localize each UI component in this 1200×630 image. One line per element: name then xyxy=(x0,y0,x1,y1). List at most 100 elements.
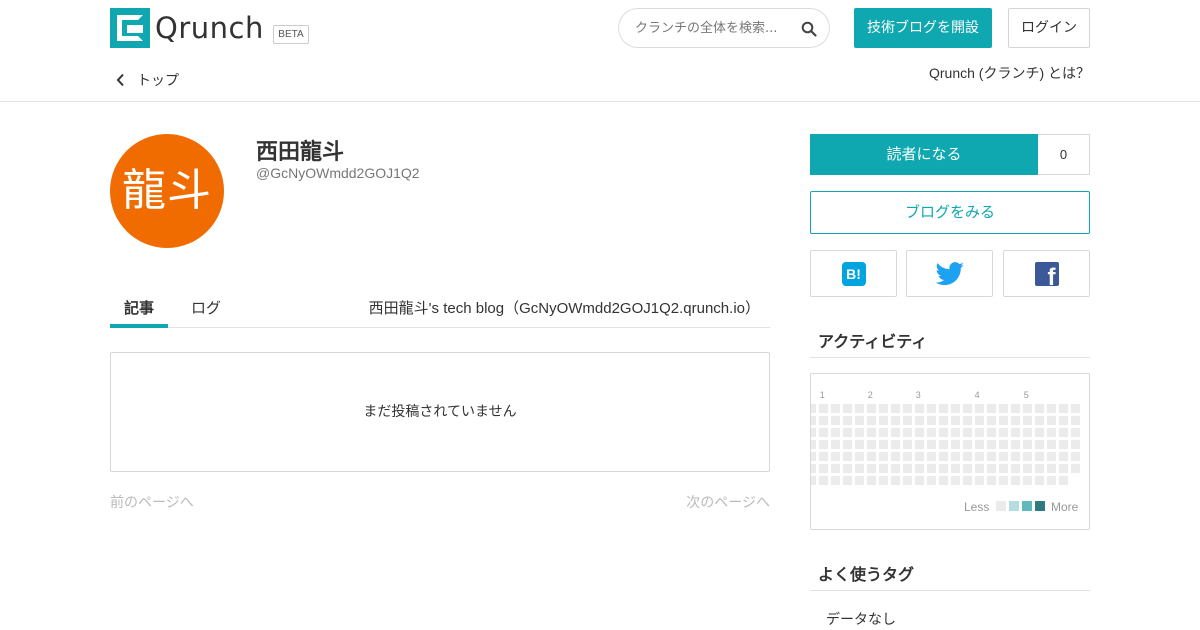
activity-day-cell xyxy=(855,440,864,449)
activity-day-cell xyxy=(1071,440,1080,449)
activity-day-cell xyxy=(879,416,888,425)
tab-articles[interactable]: 記事 xyxy=(124,297,154,318)
share-facebook-button[interactable]: f xyxy=(1003,250,1090,297)
activity-day-cell xyxy=(831,440,840,449)
blog-url-link[interactable]: 西田龍斗's tech blog（GcNyOWmdd2GOJ1Q2.qrunch… xyxy=(369,297,760,318)
follow-button[interactable]: 読者になる xyxy=(810,134,1038,175)
activity-day-cell xyxy=(843,440,852,449)
activity-day-cell xyxy=(999,416,1008,425)
activity-day-cell xyxy=(1023,428,1032,437)
posts-empty-text: まだ投稿されていません xyxy=(363,404,517,420)
activity-day-cell xyxy=(1071,464,1080,473)
activity-day-cell xyxy=(819,428,828,437)
tab-logs[interactable]: ログ xyxy=(191,297,221,318)
activity-day-cell xyxy=(855,476,864,485)
activity-day-cell xyxy=(843,404,852,413)
popular-tags-title: よく使うタグ xyxy=(810,561,1090,591)
search-input[interactable] xyxy=(635,18,795,38)
activity-day-cell xyxy=(927,404,936,413)
site-logo[interactable]: Qrunch xyxy=(110,8,264,48)
share-hatena-button[interactable]: B! xyxy=(810,250,897,297)
activity-day-cell xyxy=(1059,452,1068,461)
activity-day-cell xyxy=(1047,440,1056,449)
activity-day-cell xyxy=(831,464,840,473)
activity-day-cell xyxy=(915,452,924,461)
activity-day-cell xyxy=(1059,404,1068,413)
activity-day-cell xyxy=(1035,404,1044,413)
activity-day-cell xyxy=(1011,452,1020,461)
month-label: 2 xyxy=(868,390,873,400)
activity-day-cell xyxy=(951,440,960,449)
hatena-bookmark-icon: B! xyxy=(841,261,866,286)
legend-swatch xyxy=(1022,501,1032,511)
month-label: 5 xyxy=(1024,390,1029,400)
posts-empty-state: まだ投稿されていません xyxy=(110,352,770,472)
activity-day-cell xyxy=(1071,452,1080,461)
activity-day-cell xyxy=(831,452,840,461)
legend-swatch xyxy=(1035,501,1045,511)
month-label: 3 xyxy=(916,390,921,400)
activity-day-cell xyxy=(891,452,900,461)
activity-day-cell xyxy=(999,404,1008,413)
activity-day-cell xyxy=(1011,476,1020,485)
activity-day-cell xyxy=(951,476,960,485)
activity-day-cell xyxy=(903,440,912,449)
activity-day-cell xyxy=(819,476,828,485)
activity-day-cell xyxy=(927,452,936,461)
activity-day-cell xyxy=(879,440,888,449)
activity-day-cell xyxy=(1071,416,1080,425)
about-qrunch-link[interactable]: Qrunch (クランチ) とは？ xyxy=(929,63,1090,83)
activity-day-cell xyxy=(891,428,900,437)
back-to-top-link[interactable]: トップ xyxy=(116,70,179,90)
activity-day-cell xyxy=(811,428,816,437)
activity-day-cell xyxy=(811,464,816,473)
activity-day-cell xyxy=(915,476,924,485)
activity-day-cell xyxy=(915,404,924,413)
activity-heatmap: 1 2 3 4 5 Less More xyxy=(810,373,1090,530)
search-icon[interactable] xyxy=(801,21,817,37)
activity-day-cell xyxy=(855,416,864,425)
prev-page-link[interactable]: 前のページへ xyxy=(110,492,194,512)
activity-day-cell xyxy=(819,404,828,413)
activity-day-cell xyxy=(819,440,828,449)
activity-day-cell xyxy=(867,452,876,461)
activity-day-cell xyxy=(975,452,984,461)
activity-day-cell xyxy=(1011,416,1020,425)
login-button[interactable]: ログイン xyxy=(1008,8,1090,48)
activity-day-cell xyxy=(903,404,912,413)
activity-title: アクティビティ xyxy=(810,328,1090,358)
activity-day-cell xyxy=(963,404,972,413)
activity-day-cell xyxy=(951,416,960,425)
activity-day-cell xyxy=(855,452,864,461)
activity-day-cell xyxy=(1047,428,1056,437)
activity-day-cell xyxy=(891,464,900,473)
activity-day-cell xyxy=(1059,464,1068,473)
activity-day-cell xyxy=(999,464,1008,473)
activity-day-cell xyxy=(951,428,960,437)
activity-day-cell xyxy=(1035,476,1044,485)
open-blog-button[interactable]: 技術ブログを開設 xyxy=(854,8,992,48)
activity-day-cell xyxy=(879,452,888,461)
activity-day-cell xyxy=(987,464,996,473)
logo-text: Qrunch xyxy=(155,11,264,45)
view-blog-button[interactable]: ブログをみる xyxy=(810,191,1090,234)
legend-less-label: Less xyxy=(964,500,990,514)
activity-day-cell xyxy=(1047,416,1056,425)
activity-day-cell xyxy=(1047,404,1056,413)
activity-day-cell xyxy=(915,464,924,473)
activity-day-cell xyxy=(811,404,816,413)
activity-day-cell xyxy=(855,464,864,473)
activity-day-cell xyxy=(975,476,984,485)
activity-day-cell xyxy=(811,416,816,425)
activity-day-cell xyxy=(1071,404,1080,413)
month-label: 4 xyxy=(975,390,980,400)
share-twitter-button[interactable] xyxy=(906,250,993,297)
search-box[interactable] xyxy=(618,8,830,48)
activity-day-cell xyxy=(1011,404,1020,413)
next-page-link[interactable]: 次のページへ xyxy=(686,492,770,512)
activity-day-cell xyxy=(927,416,936,425)
activity-day-cell xyxy=(1023,464,1032,473)
activity-day-cell xyxy=(939,464,948,473)
activity-day-cell xyxy=(939,476,948,485)
activity-day-cell xyxy=(891,404,900,413)
